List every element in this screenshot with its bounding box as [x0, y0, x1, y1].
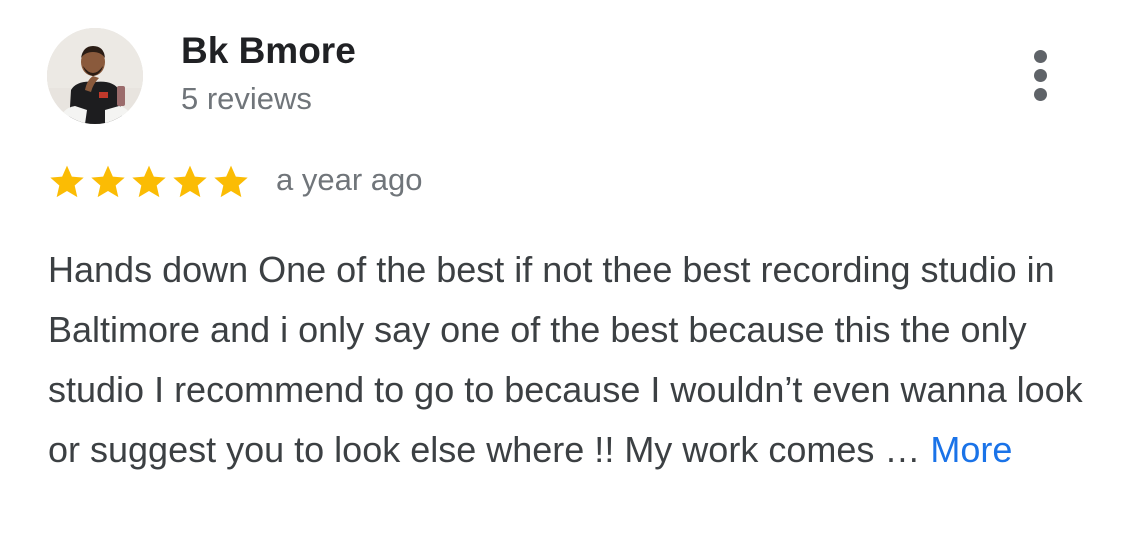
- review-card: Bk Bmore 5 reviews a year ago Hands down…: [0, 0, 1125, 537]
- review-text: Hands down One of the best if not thee b…: [48, 240, 1108, 480]
- star-icon: [132, 165, 166, 198]
- review-count: 5 reviews: [181, 81, 312, 116]
- avatar[interactable]: [47, 28, 143, 124]
- star-rating: [47, 160, 252, 204]
- stars-group: [47, 162, 252, 202]
- more-link[interactable]: More: [930, 429, 1012, 470]
- user-avatar-photo-icon: [47, 28, 143, 124]
- star-icon: [91, 165, 125, 198]
- star-icon: [173, 165, 207, 198]
- author-name[interactable]: Bk Bmore: [181, 30, 356, 72]
- review-timestamp: a year ago: [276, 162, 423, 197]
- more-options-button[interactable]: [1019, 44, 1063, 106]
- review-body: Hands down One of the best if not thee b…: [48, 249, 1083, 470]
- star-icon: [50, 165, 84, 198]
- star-icon: [214, 165, 248, 198]
